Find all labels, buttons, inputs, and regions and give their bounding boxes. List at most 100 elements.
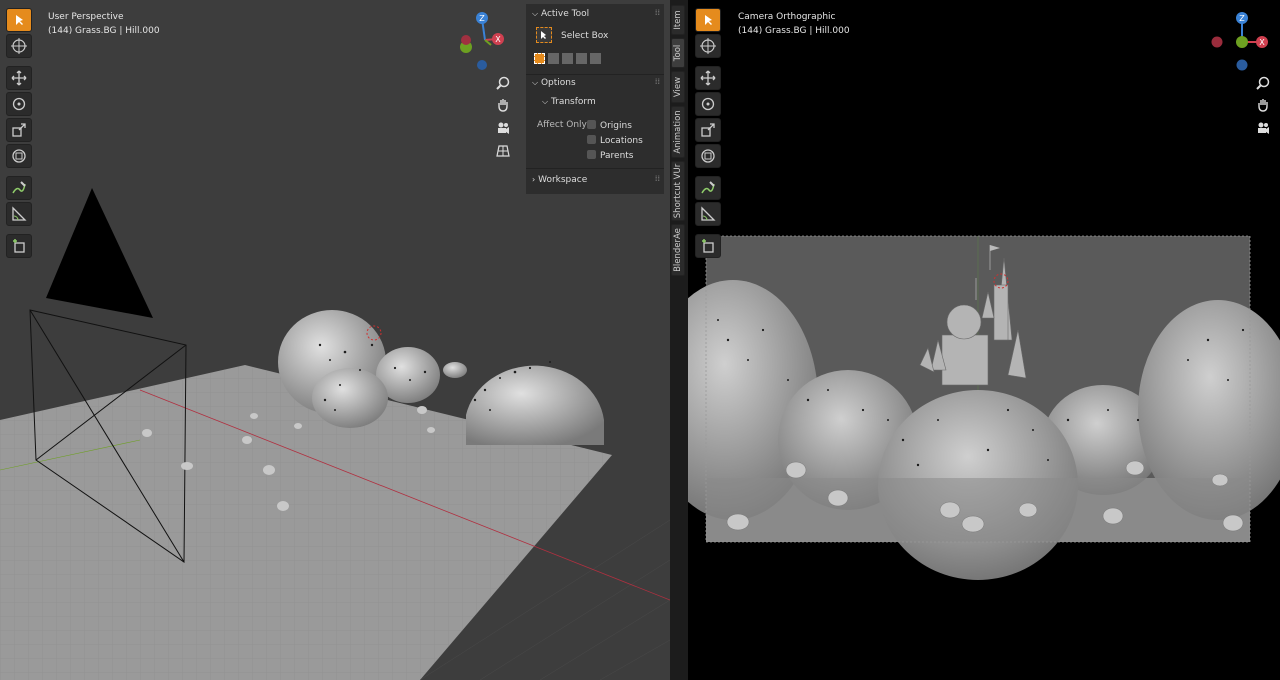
gizmo-z-label: Z [1239, 14, 1245, 23]
rotate-tool-button[interactable] [6, 92, 32, 116]
tab-item[interactable]: Item [671, 5, 685, 35]
drag-handle-icon[interactable]: ⁞⁞ [655, 174, 660, 183]
select-tool-button[interactable] [695, 8, 721, 32]
add-cube-icon [702, 239, 714, 253]
camera-icon [498, 122, 509, 134]
parents-checkbox[interactable]: Parents [587, 150, 634, 161]
cursor-tool-button[interactable] [6, 34, 32, 58]
active-tool-header: Active Tool [540, 9, 590, 19]
ruler-icon [12, 206, 27, 221]
cursor-arrow-icon [16, 15, 23, 25]
select-mode-subtract-button[interactable] [562, 53, 573, 64]
move-tool-button[interactable] [695, 66, 721, 90]
hand-icon [498, 99, 508, 112]
transform-subsection[interactable]: ⌵ Transform [542, 97, 596, 107]
rotate-icon [12, 97, 26, 111]
ruler-icon [701, 206, 716, 221]
affect-only-label: Affect Only [537, 120, 587, 130]
sidebar-panel: ⌵ Active Tool ⁞⁞ Select Box ⌵ Options ⁞⁞… [526, 4, 664, 194]
perspective-toggle-button[interactable] [494, 142, 512, 160]
drag-handle-icon[interactable]: ⁞⁞ [655, 8, 660, 17]
hand-icon [1258, 99, 1268, 112]
tab-view-label: View [673, 76, 683, 98]
options-section[interactable]: ⌵ Options [532, 78, 576, 88]
crosshair-icon [700, 38, 716, 54]
transform-tool-button[interactable] [6, 144, 32, 168]
select-mode-invert-button[interactable] [576, 53, 587, 64]
active-tool-section[interactable]: ⌵ Active Tool [532, 9, 589, 19]
camera-render-scene [688, 235, 1280, 580]
locations-label: Locations [600, 136, 643, 146]
tab-view[interactable]: View [671, 71, 685, 103]
origins-checkbox[interactable]: Origins [587, 120, 632, 131]
viewport-subtitle: (144) Grass.BG | Hill.000 [738, 26, 850, 36]
drag-handle-icon[interactable]: ⁞⁞ [655, 77, 660, 86]
viewport-title: User Perspective [48, 12, 124, 22]
move-icon [700, 70, 716, 86]
tab-shortcut-vur[interactable]: Shortcut VUr [671, 161, 685, 221]
tab-blenderae[interactable]: BlenderAe [671, 224, 685, 276]
parents-label: Parents [600, 151, 634, 161]
add-cube-tool-button[interactable] [6, 234, 32, 258]
measure-tool-button[interactable] [6, 202, 32, 226]
zoom-button[interactable] [494, 74, 512, 92]
move-tool-button[interactable] [6, 66, 32, 90]
viewport-header: Camera Orthographic (144) Grass.BG | Hil… [738, 10, 850, 38]
axis-gizmo[interactable]: Z X [456, 10, 516, 70]
grid-perspective-icon [496, 145, 510, 157]
tool-shelf [6, 8, 34, 260]
pan-button[interactable] [494, 96, 512, 114]
scale-icon [12, 123, 26, 137]
annotate-tool-button[interactable] [695, 176, 721, 200]
tab-tool[interactable]: Tool [671, 38, 685, 68]
tab-item-label: Item [673, 10, 683, 30]
scale-tool-button[interactable] [6, 118, 32, 142]
zoom-magnifier-icon [496, 76, 510, 90]
options-header: Options [540, 78, 576, 88]
measure-tool-button[interactable] [695, 202, 721, 226]
transform-icon [12, 149, 26, 163]
tab-shortcut-vur-label: Shortcut VUr [673, 163, 683, 219]
tab-tool-label: Tool [673, 44, 683, 62]
axis-gizmo[interactable]: Z X [1200, 8, 1280, 72]
add-cube-tool-button[interactable] [695, 234, 721, 258]
scale-tool-button[interactable] [695, 118, 721, 142]
crosshair-icon [11, 38, 27, 54]
workspace-section[interactable]: › Workspace [532, 175, 587, 185]
select-tool-button[interactable] [6, 8, 32, 32]
select-mode-buttons [534, 53, 601, 64]
zoom-magnifier-icon [1256, 76, 1270, 90]
select-mode-new-button[interactable] [534, 53, 545, 64]
transform-tool-button[interactable] [695, 144, 721, 168]
rotate-tool-button[interactable] [695, 92, 721, 116]
move-icon [11, 70, 27, 86]
locations-checkbox[interactable]: Locations [587, 135, 643, 146]
viewport-subtitle: (144) Grass.BG | Hill.000 [48, 26, 160, 36]
annotate-pencil-icon [701, 181, 715, 194]
gizmo-x-label: X [1259, 38, 1265, 47]
camera-view-button[interactable] [1254, 119, 1272, 137]
annotate-tool-button[interactable] [6, 176, 32, 200]
cursor-arrow-icon [541, 31, 546, 39]
pan-button[interactable] [1254, 96, 1272, 114]
zoom-button[interactable] [1254, 74, 1272, 92]
camera-view-button[interactable] [494, 119, 512, 137]
origins-label: Origins [600, 121, 632, 131]
tab-animation[interactable]: Animation [671, 106, 685, 158]
select-box-label: Select Box [561, 31, 609, 41]
rotate-icon [701, 97, 715, 111]
cursor-tool-button[interactable] [695, 34, 721, 58]
gizmo-z-label: Z [479, 14, 485, 23]
sidebar-tabs: Item Tool View Animation Shortcut VUr Bl… [670, 0, 686, 280]
viewport-header: User Perspective (144) Grass.BG | Hill.0… [48, 10, 160, 38]
tool-shelf [695, 8, 723, 260]
left-viewport[interactable]: User Perspective (144) Grass.BG | Hill.0… [0, 0, 670, 680]
select-box-tool-icon[interactable] [536, 27, 552, 43]
select-mode-extend-button[interactable] [548, 53, 559, 64]
cursor-arrow-icon [705, 15, 712, 25]
annotate-pencil-icon [12, 181, 26, 194]
tab-blenderae-label: BlenderAe [673, 228, 683, 272]
add-cube-icon [13, 239, 25, 253]
select-mode-intersect-button[interactable] [590, 53, 601, 64]
right-viewport[interactable]: Camera Orthographic (144) Grass.BG | Hil… [688, 0, 1280, 680]
